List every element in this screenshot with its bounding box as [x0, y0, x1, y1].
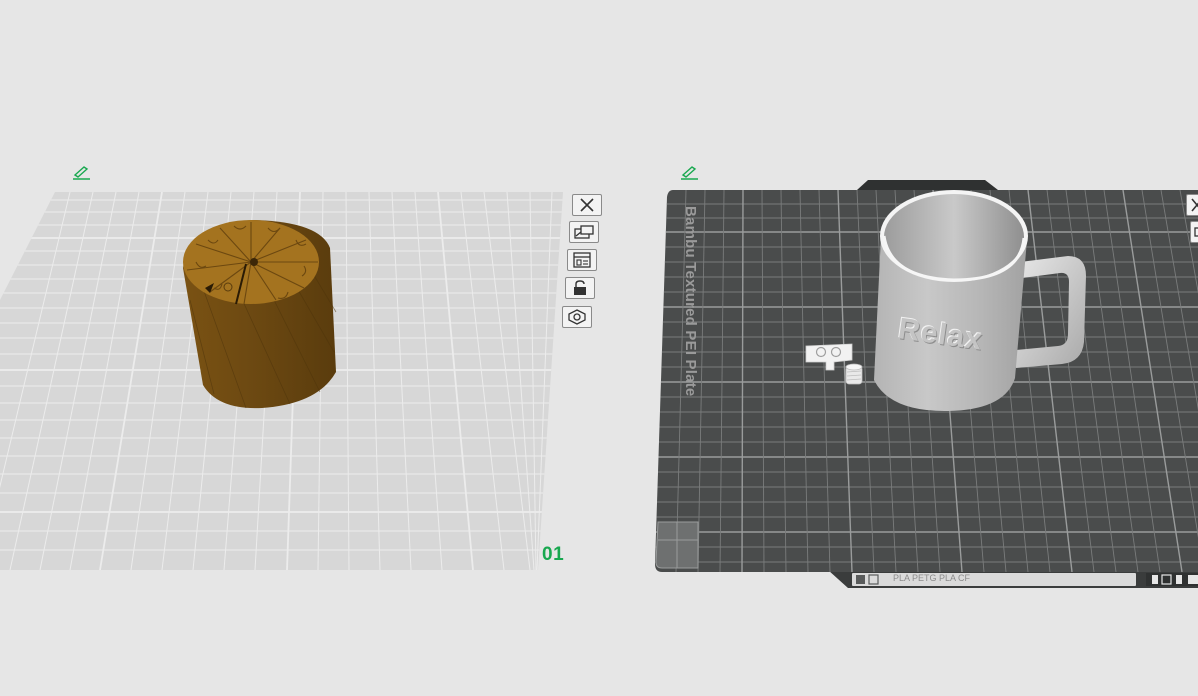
- close-plate-button[interactable]: [572, 194, 602, 216]
- settings-icon: [568, 309, 586, 325]
- close-icon: [580, 198, 594, 212]
- small-part-screw: [845, 363, 863, 385]
- arrange-icon: [574, 225, 594, 239]
- plate-2[interactable]: [655, 180, 1198, 588]
- plate-number: 01: [542, 544, 565, 565]
- viewport-3d[interactable]: [0, 0, 1198, 696]
- plate-settings-button[interactable]: [562, 306, 592, 328]
- plate-filament-bar: PLA PETG PLA CF: [893, 573, 971, 583]
- plate-1-object[interactable]: [183, 220, 337, 409]
- plate-type-label: Bambu Textured PEI Plate: [682, 206, 699, 397]
- plate-1[interactable]: [0, 192, 563, 570]
- arrange-button[interactable]: [569, 221, 599, 243]
- arrange-button[interactable]: [1190, 221, 1198, 243]
- close-plate-button[interactable]: [1186, 194, 1198, 216]
- lock-plate-button[interactable]: [565, 277, 595, 299]
- arrange-icon: [1194, 227, 1198, 237]
- orient-icon: [573, 252, 591, 268]
- edit-plate-name-icon[interactable]: [680, 164, 700, 180]
- lock-icon: [574, 280, 586, 295]
- edit-plate-name-icon[interactable]: [72, 164, 92, 180]
- auto-orient-button[interactable]: [567, 249, 597, 271]
- plate-2-object[interactable]: [874, 190, 1028, 412]
- close-icon: [1191, 198, 1198, 212]
